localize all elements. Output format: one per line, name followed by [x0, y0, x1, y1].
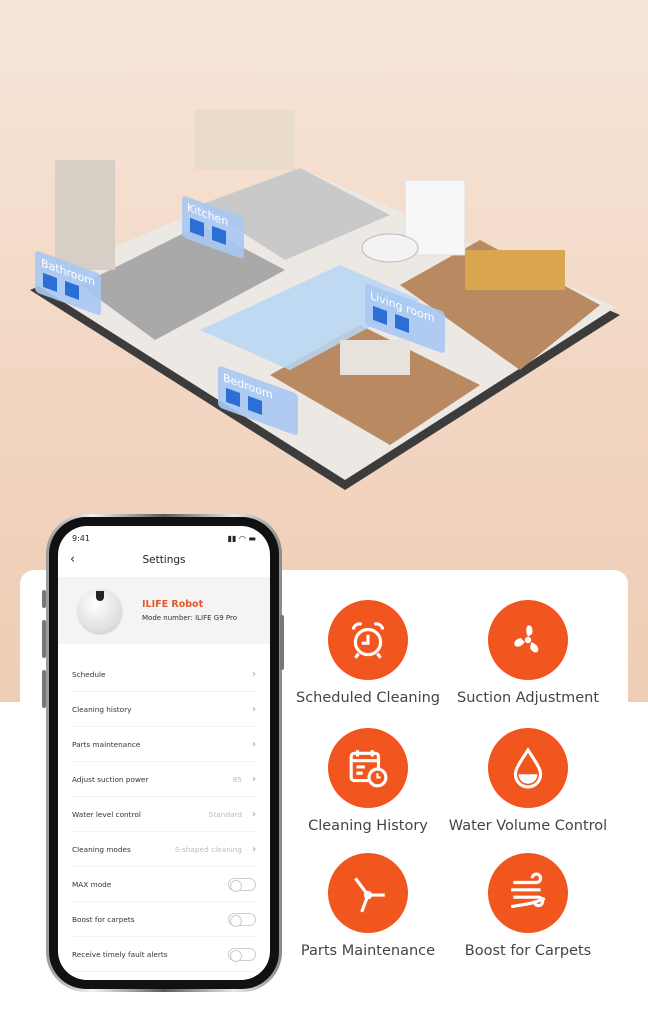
toggle-switch[interactable] — [228, 947, 256, 962]
settings-row[interactable]: Water level control Standard › — [72, 797, 256, 832]
toggle-switch[interactable] — [228, 877, 256, 892]
feature-item: Water Volume Control — [443, 728, 613, 834]
feature-item: Suction Adjustment — [443, 600, 613, 706]
toggle-switch[interactable] — [228, 912, 256, 927]
phone-volume-down — [42, 670, 46, 708]
feature-label: Water Volume Control — [448, 818, 608, 834]
settings-screen: 9:41 ▮▮ ◠ ▬ ‹ Settings ILIFE Robot Mode … — [58, 526, 270, 980]
settings-row-label: Water level control — [72, 809, 141, 819]
status-bar: 9:41 ▮▮ ◠ ▬ — [72, 534, 256, 543]
settings-row-label: MAX mode — [72, 879, 112, 889]
feature-item: Scheduled Cleaning — [283, 600, 453, 706]
calendar-clock-icon — [328, 728, 408, 808]
side-brush-icon — [328, 853, 408, 933]
chevron-right-icon: › — [252, 773, 256, 785]
settings-row-label: Receive timely fault alerts — [72, 949, 168, 959]
settings-row-value: Standard — [208, 809, 242, 819]
signal-wifi-battery-icon: ▮▮ ◠ ▬ — [227, 534, 256, 543]
page-title: Settings — [142, 554, 186, 566]
chevron-right-icon: › — [252, 843, 256, 855]
floor-plan-illustration: Bathroom Kitchen Living room Bedroom — [30, 110, 620, 490]
phone-mockup: 9:41 ▮▮ ◠ ▬ ‹ Settings ILIFE Robot Mode … — [46, 514, 282, 992]
chevron-right-icon: › — [252, 738, 256, 750]
settings-row[interactable]: Cleaning history › — [72, 692, 256, 727]
settings-row[interactable]: Parts maintenance › — [72, 727, 256, 762]
feature-label: Parts Maintenance — [300, 943, 436, 959]
robot-vacuum — [361, 233, 419, 263]
bathroom-wall — [55, 160, 115, 270]
settings-row-label: Adjust suction power — [72, 774, 149, 784]
feature-label: Boost for Carpets — [464, 943, 592, 959]
feature-label: Scheduled Cleaning — [295, 690, 441, 706]
settings-row-label: Cleaning modes — [72, 844, 131, 854]
robot-model: Mode number: ILIFE G9 Pro — [142, 614, 237, 622]
settings-row-label: Cleaning history — [72, 704, 132, 714]
settings-row[interactable]: Receive timely fault alerts — [72, 937, 256, 972]
kitchen-cabinets — [195, 110, 295, 170]
settings-row[interactable]: Cleaning modes S-shaped cleaning › — [72, 832, 256, 867]
settings-row-label: Boost for carpets — [72, 914, 135, 924]
chevron-right-icon: › — [252, 668, 256, 680]
feature-item: Boost for Carpets — [443, 853, 613, 959]
phone-volume-up — [42, 620, 46, 658]
settings-row-value: 85 — [232, 774, 242, 784]
sofa — [465, 250, 565, 290]
water-drop-icon — [488, 728, 568, 808]
alarm-clock-icon — [328, 600, 408, 680]
settings-row-label: Parts maintenance — [72, 739, 141, 749]
chevron-right-icon: › — [252, 703, 256, 715]
settings-row[interactable]: Schedule › — [72, 657, 256, 692]
robot-image — [78, 589, 122, 633]
bed — [340, 340, 410, 375]
robot-header: ILIFE Robot Mode number: ILIFE G9 Pro — [58, 577, 270, 644]
settings-row-value: S-shaped cleaning — [174, 844, 242, 854]
feature-label: Suction Adjustment — [457, 690, 599, 706]
robot-name: ILIFE Robot — [142, 599, 204, 610]
status-time: 9:41 — [72, 534, 90, 543]
settings-row[interactable]: MAX mode — [72, 867, 256, 902]
wind-boost-icon — [488, 853, 568, 933]
chevron-right-icon: › — [252, 808, 256, 820]
settings-row[interactable]: Adjust suction power 85 › — [72, 762, 256, 797]
settings-row-label: Schedule — [72, 669, 106, 679]
settings-row[interactable]: Boost for carpets — [72, 902, 256, 937]
feature-label: Cleaning History — [308, 818, 428, 834]
phone-mute-switch — [42, 590, 46, 608]
fan-icon — [488, 600, 568, 680]
feature-item: Cleaning History — [283, 728, 453, 834]
feature-item: Parts Maintenance — [283, 853, 453, 959]
